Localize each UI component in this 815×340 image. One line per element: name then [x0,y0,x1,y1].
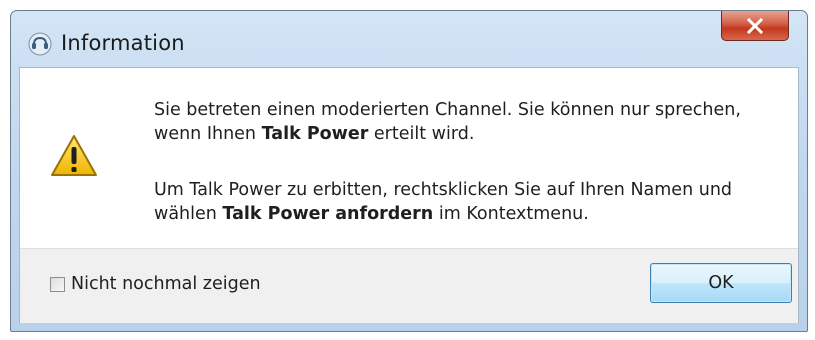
teamspeak-icon [28,32,52,56]
title-bar[interactable]: Information [11,11,807,67]
message-line-4-text: wählen [154,204,223,224]
message-paragraph-2: Um Talk Power zu erbitten, rechtsklicken… [154,178,732,226]
dialog-window: Information Sie betreten einen moderiert… [10,10,808,332]
dialog-client-area: Sie betreten einen moderierten Channel. … [19,67,799,323]
close-button[interactable] [721,11,789,41]
message-line-4-tail: im Kontextmenu. [433,204,589,224]
dont-show-again-checkbox[interactable] [50,276,65,292]
message-line-2-text: wenn Ihnen [154,124,262,144]
message-line-2: wenn Ihnen Talk Power erteilt wird. [154,122,741,146]
message-line-4: wählen Talk Power anfordern im Kontextme… [154,202,732,226]
warning-icon [51,135,97,176]
message-line-2-tail: erteilt wird. [368,124,475,144]
dialog-footer: Nicht nochmal zeigen OK [20,248,798,323]
ok-button[interactable]: OK [650,263,792,303]
message-paragraph-1: Sie betreten einen moderierten Channel. … [154,98,741,146]
talk-power-bold: Talk Power [261,124,369,144]
dont-show-again-label[interactable]: Nicht nochmal zeigen [71,274,261,294]
message-line-1: Sie betreten einen moderierten Channel. … [154,100,741,120]
talk-power-request-bold: Talk Power anfordern [222,204,434,224]
window-title: Information [61,31,185,55]
message-area: Sie betreten einen moderierten Channel. … [20,68,798,248]
close-icon [746,17,764,34]
message-line-3: Um Talk Power zu erbitten, rechtsklicken… [154,180,733,200]
dont-show-again-option[interactable]: Nicht nochmal zeigen [50,274,261,294]
